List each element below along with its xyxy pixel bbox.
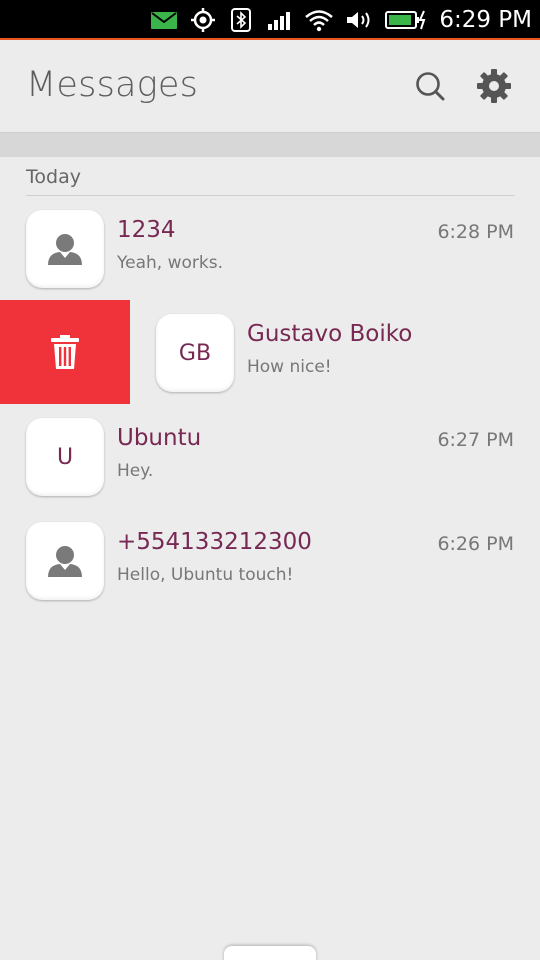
status-bar: 6:29 PM (0, 0, 540, 40)
avatar-initials: U (56, 444, 74, 470)
page-title: Messages (26, 65, 199, 105)
contact-icon (48, 234, 82, 265)
header-divider (0, 132, 540, 157)
thread-name: +554133212300 (117, 529, 312, 555)
bluetooth-icon (231, 8, 251, 32)
section-header-today: Today (26, 166, 81, 188)
gear-icon (477, 69, 511, 103)
delete-thread-button[interactable] (0, 300, 130, 404)
contact-icon (48, 546, 82, 577)
settings-button[interactable] (476, 68, 512, 104)
message-icon (151, 12, 177, 29)
wifi-icon (305, 10, 333, 32)
search-icon (416, 72, 445, 101)
thread-row[interactable]: +554133212300 Hello, Ubuntu touch! 6:26 … (0, 511, 540, 615)
thread-row[interactable]: GB Gustavo Boiko How nice! (130, 303, 540, 407)
thread-row[interactable]: U Ubuntu Hey. 6:27 PM (0, 407, 540, 511)
trash-icon (51, 335, 79, 369)
avatar-initials: GB (178, 340, 212, 366)
thread-row[interactable]: 1234 Yeah, works. 6:28 PM (0, 199, 540, 303)
thread-preview: How nice! (247, 357, 332, 377)
section-divider (26, 195, 515, 196)
thread-name: Ubuntu (117, 425, 202, 451)
search-button[interactable] (412, 68, 448, 104)
thread-preview: Yeah, works. (117, 253, 223, 273)
avatar[interactable] (26, 210, 104, 288)
signal-icon (268, 12, 290, 30)
avatar[interactable]: GB (156, 314, 234, 392)
thread-time: 6:27 PM (437, 429, 514, 451)
page-header: Messages (0, 40, 540, 132)
volume-icon (347, 12, 370, 28)
thread-time: 6:26 PM (437, 533, 514, 555)
thread-preview: Hello, Ubuntu touch! (117, 565, 294, 585)
thread-time: 6:28 PM (437, 221, 514, 243)
location-icon (191, 8, 215, 32)
thread-name: Gustavo Boiko (247, 321, 413, 347)
thread-preview: Hey. (117, 461, 154, 481)
thread-name: 1234 (117, 217, 176, 243)
battery-charging-icon (385, 10, 426, 30)
avatar[interactable] (26, 522, 104, 600)
bottom-edge-handle[interactable] (224, 946, 316, 960)
avatar[interactable]: U (26, 418, 104, 496)
status-time: 6:29 PM (439, 7, 532, 33)
